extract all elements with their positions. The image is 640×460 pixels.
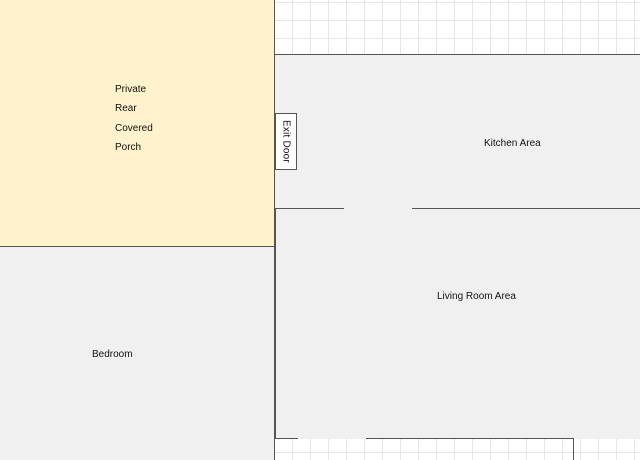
exit-door-label: Exit Door xyxy=(280,120,292,163)
room-bedroom[interactable] xyxy=(0,247,275,460)
porch-label-line-4: Porch xyxy=(115,141,142,153)
porch-label-line-1: Private xyxy=(115,84,147,95)
bedroom-label: Bedroom xyxy=(92,349,133,360)
exit-door[interactable]: Exit Door xyxy=(275,113,297,170)
kitchen-label: Kitchen Area xyxy=(484,138,541,149)
room-private-rear-covered-porch[interactable]: Private Rear Covered Porch xyxy=(0,0,275,247)
living-bottom-wall-left xyxy=(275,438,298,439)
room-living-room-area[interactable] xyxy=(275,209,640,439)
room-kitchen-area[interactable] xyxy=(275,54,640,209)
living-bottom-wall-right xyxy=(366,438,574,439)
porch-label-line-3: Covered xyxy=(115,122,153,134)
living-room-label: Living Room Area xyxy=(437,291,516,302)
kitchen-living-wall-right xyxy=(412,208,640,209)
porch-label-line-2: Rear xyxy=(115,103,137,115)
lower-right-wall-notch xyxy=(573,438,574,460)
kitchen-living-wall-left xyxy=(275,208,344,209)
porch-label: Private Rear Covered Porch xyxy=(115,80,153,157)
